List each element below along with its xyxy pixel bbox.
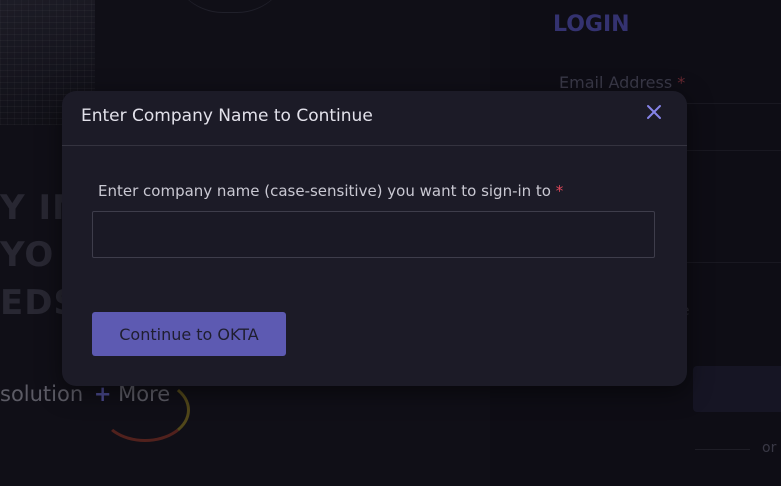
close-icon-glyph xyxy=(647,105,661,119)
required-marker: * xyxy=(555,182,564,200)
dialog-title: Enter Company Name to Continue xyxy=(81,106,373,126)
company-name-label: Enter company name (case-sensitive) you … xyxy=(98,182,563,200)
close-icon[interactable] xyxy=(645,103,663,121)
company-name-dialog: Enter Company Name to Continue Enter com… xyxy=(62,91,687,386)
continue-to-okta-button[interactable]: Continue to OKTA xyxy=(92,312,286,356)
dialog-header-divider xyxy=(62,145,687,146)
company-name-input[interactable] xyxy=(92,211,655,258)
company-name-label-text: Enter company name (case-sensitive) you … xyxy=(98,182,551,200)
